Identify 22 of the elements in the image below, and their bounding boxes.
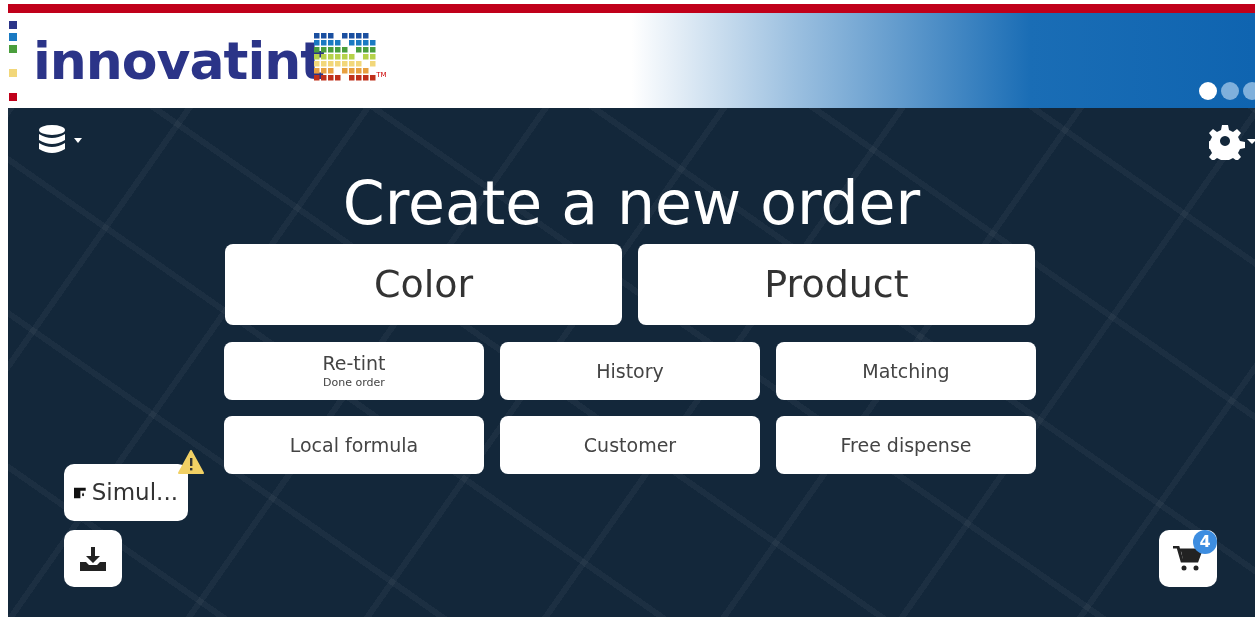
order-option-button[interactable]: Free dispense (776, 416, 1036, 474)
logo-text: innovatint (33, 34, 325, 87)
retint-button[interactable]: Re-tint Done order (224, 342, 484, 400)
order-option-button[interactable]: History (500, 342, 760, 400)
slide-dot[interactable] (1199, 82, 1217, 100)
cart-count-badge: 4 (1193, 530, 1217, 554)
button-label: Re-tint (322, 352, 386, 374)
order-option-button[interactable]: Customer (500, 416, 760, 474)
settings-icon[interactable] (1209, 124, 1255, 160)
order-type-button[interactable]: Color (225, 244, 622, 325)
button-sublabel: Done order (323, 377, 385, 390)
slide-dot[interactable] (1221, 82, 1239, 100)
download-icon (80, 546, 106, 571)
cart-icon (1173, 545, 1203, 572)
order-option-button[interactable]: Matching (776, 342, 1036, 400)
color-strip-icon (9, 20, 17, 101)
download-button[interactable] (64, 530, 122, 587)
order-option-button[interactable]: Local formula (224, 416, 484, 474)
page-title: Create a new order (341, 170, 922, 236)
order-type-button[interactable]: Product (638, 244, 1035, 325)
machine-button[interactable]: Simul... (64, 464, 188, 521)
machine-label: Simul... (91, 478, 178, 508)
